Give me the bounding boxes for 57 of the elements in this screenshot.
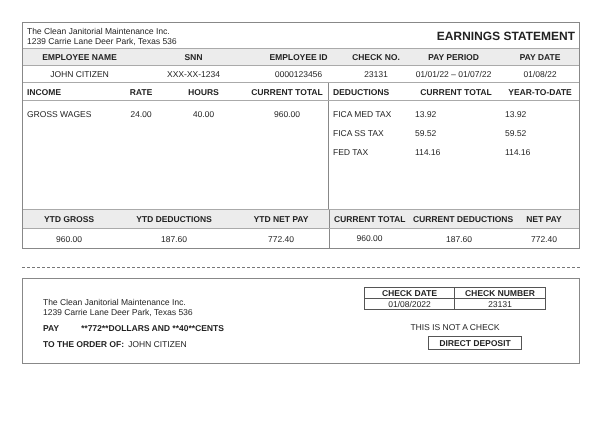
column-header: YTD GROSS [42,214,96,224]
table-cell-text: XXX-XX-1234 [166,69,221,79]
company-address: 1239 Carrie Lane Deer Park, Texas 536 [43,307,194,317]
table-cell-text: 59.52 [414,128,438,138]
company-address: 1239 Carrie Lane Deer Park, Texas 536 [27,36,177,46]
column-header: PAY DATE [518,52,562,62]
statement-title: EARNINGS STATEMENT [436,28,575,42]
pay-label: PAY [43,323,60,333]
table-cell-text: 13.92 [504,109,528,119]
table-cell-text: 40.00 [192,109,216,119]
table-cell-text: 114.16 [504,147,532,157]
table-cell-text: 23131 [363,69,389,79]
table-cell-text: 960.00 [55,234,83,244]
table-cell-text: 0000123456 [274,69,324,79]
table-cell-text: FICA SS TAX [332,128,385,138]
column-header: YTD NET PAY [252,214,310,224]
column-header: INCOME [26,86,62,96]
table-cell-text: GROSS WAGES [26,109,92,119]
table-cell-text: FICA MED TAX [332,109,392,119]
table-cell-text: 01/08/22 [522,69,558,79]
table-cell-text: 24.00 [129,109,153,119]
column-header: PAY PERIOD [427,52,480,62]
table-cell-text: 960.00 [273,109,301,119]
column-header: EMPLOYEE ID [268,52,329,62]
table-cell-text: FED TAX [332,147,370,157]
column-header: CHECK NO. [351,52,401,62]
table-cell-text: 187.60 [445,234,473,244]
column-header: CURRENT TOTAL [329,210,409,228]
column-header: DEDUCTIONS [332,86,390,96]
column-header: HOURS [187,86,220,96]
table-cell-text: 772.40 [530,234,558,244]
table-cell-text: 01/01/22 – 01/07/22 [414,69,492,79]
not-a-check-notice: THIS IS NOT A CHECK [410,322,500,332]
table-cell-text: 772.40 [267,234,295,244]
column-header: RATE [128,86,154,96]
table-cell-text: 13.92 [414,109,438,119]
company-name: The Clean Janitorial Maintenance Inc. [43,297,187,307]
table-cell: 960.00 [329,229,409,248]
table-cell-text: 114.16 [414,147,442,157]
pay-amount: **772**DOLLARS AND **40**CENTS [81,323,224,333]
column-header: CHECK DATE [365,288,455,299]
table-cell: 01/08/2022 [365,299,455,309]
column-header: CURRENT TOTAL [250,86,324,96]
column-header: SNN [184,52,204,62]
column-header: CHECK NUMBER [455,288,545,299]
column-header: CURRENT TOTAL [419,86,493,96]
column-header: YTD DEDUCTIONS [135,214,213,224]
column-header: YEAR-TO-DATE [507,86,573,96]
company-name: The Clean Janitorial Maintenance Inc. [27,26,171,36]
direct-deposit-label: DIRECT DEPOSIT [428,336,522,350]
table-cell-text: 187.60 [160,234,188,244]
order-label: TO THE ORDER OF: [43,339,124,349]
table-cell-text: 23131 [487,299,513,309]
table-cell-text: JOHN CITIZEN [49,69,110,79]
column-header: EMPLOYEE NAME [41,52,118,62]
table-cell-text: 59.52 [504,128,528,138]
payee-name: JOHN CITIZEN [128,339,187,349]
